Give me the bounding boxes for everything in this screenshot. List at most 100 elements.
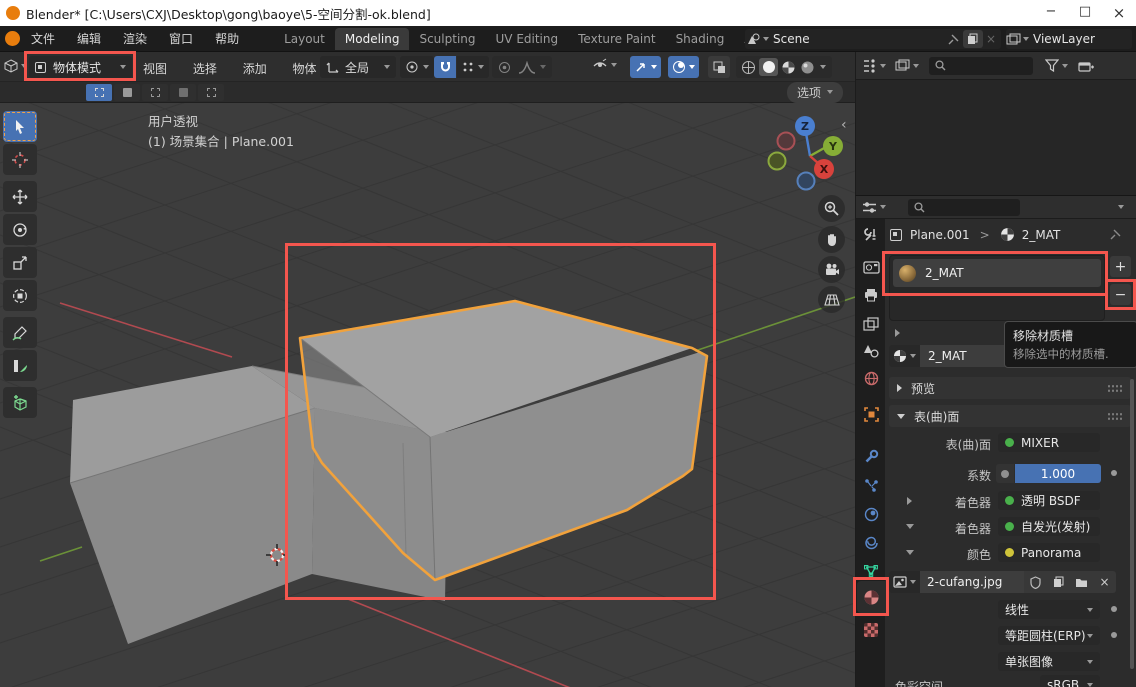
- panel-drag-grip[interactable]: [1107, 384, 1123, 393]
- select-mode-intersect[interactable]: [198, 84, 224, 101]
- slot-expand-arrow[interactable]: [895, 329, 900, 337]
- navigation-gizmo[interactable]: Z Y X: [766, 109, 852, 195]
- proportional-edit-group[interactable]: [492, 56, 552, 78]
- tab-modeling[interactable]: Modeling: [335, 28, 410, 50]
- add-material-slot-button[interactable]: +: [1110, 256, 1131, 277]
- surface-panel-header[interactable]: 表(曲)面: [889, 405, 1131, 427]
- select-mode-new[interactable]: [86, 84, 112, 101]
- tab-texture[interactable]: [856, 617, 886, 643]
- tool-options-dropdown[interactable]: 选项: [787, 82, 843, 103]
- gizmo-minus-z-axis[interactable]: [798, 173, 815, 190]
- breadcrumb-object[interactable]: Plane.001: [910, 228, 970, 242]
- tab-view-layer[interactable]: [856, 311, 886, 337]
- shading-rendered-icon[interactable]: [800, 60, 815, 75]
- toolbar-annotate[interactable]: [3, 317, 37, 348]
- tab-world[interactable]: [856, 365, 886, 391]
- editor-outliner-icon[interactable]: [862, 59, 877, 73]
- menu-file[interactable]: 文件: [31, 30, 55, 47]
- menu-render[interactable]: 渲染: [123, 30, 147, 47]
- colorspace-dropdown[interactable]: sRGB: [1040, 675, 1100, 687]
- preview-panel-header[interactable]: 预览: [889, 377, 1131, 399]
- shading-material-icon[interactable]: [781, 60, 796, 75]
- xray-toggle[interactable]: [708, 56, 730, 78]
- menu-window[interactable]: 窗口: [169, 30, 193, 47]
- material-slot-row[interactable]: 2_MAT: [893, 259, 1101, 287]
- pin-icon[interactable]: [1109, 228, 1122, 241]
- tab-tool[interactable]: [856, 221, 886, 247]
- outliner-search-input[interactable]: [929, 57, 1033, 75]
- menu-add[interactable]: 添加: [243, 62, 267, 76]
- sidebar-collapse-arrow[interactable]: ‹: [841, 117, 847, 133]
- shader1-button[interactable]: 透明 BSDF: [998, 491, 1100, 510]
- toolbar-move[interactable]: [3, 181, 37, 212]
- shading-wireframe-icon[interactable]: [741, 60, 756, 75]
- snap-toggle[interactable]: [434, 56, 456, 78]
- editor-type-button[interactable]: [3, 58, 27, 74]
- visibility-dropdown[interactable]: [592, 58, 617, 72]
- display-mode-icon[interactable]: [895, 59, 910, 72]
- gizmos-toggle[interactable]: [630, 56, 661, 78]
- new-image-button[interactable]: [1047, 571, 1070, 593]
- camera-view-button[interactable]: [818, 256, 845, 283]
- surface-shader-button[interactable]: MIXER: [998, 433, 1100, 452]
- image-fake-user-toggle[interactable]: [1024, 571, 1047, 593]
- tab-modifiers[interactable]: [856, 443, 886, 469]
- panel-drag-grip[interactable]: [1107, 412, 1123, 421]
- menu-view[interactable]: 视图: [143, 62, 167, 76]
- tab-texture-paint[interactable]: Texture Paint: [568, 28, 665, 50]
- menu-select[interactable]: 选择: [193, 62, 217, 76]
- viewport[interactable]: 用户透视 (1) 场景集合 | Plane.001: [0, 103, 855, 687]
- gizmo-minus-y-axis[interactable]: [769, 153, 786, 170]
- toolbar-cursor[interactable]: [3, 144, 37, 175]
- breadcrumb-material[interactable]: 2_MAT: [1022, 228, 1061, 242]
- toolbar-scale[interactable]: [3, 247, 37, 278]
- browse-image-dropdown[interactable]: [889, 571, 920, 593]
- orientation-dropdown[interactable]: 全局: [320, 56, 396, 78]
- overlays-toggle[interactable]: [668, 56, 699, 78]
- select-mode-subtract[interactable]: [142, 84, 168, 101]
- ortho-toggle-button[interactable]: [818, 286, 845, 313]
- pan-view-button[interactable]: [818, 226, 845, 253]
- new-scene-button[interactable]: [963, 30, 983, 48]
- tab-object[interactable]: [856, 401, 886, 427]
- browse-material-dropdown[interactable]: [889, 345, 920, 367]
- tab-render[interactable]: [856, 254, 886, 280]
- shading-solid-button[interactable]: [759, 58, 778, 76]
- tab-constraints[interactable]: [856, 529, 886, 555]
- properties-search-input[interactable]: [908, 199, 1020, 216]
- color-button[interactable]: Panorama: [998, 543, 1100, 562]
- shader2-button[interactable]: 自发光(发射): [998, 517, 1100, 536]
- tab-particles[interactable]: [856, 472, 886, 498]
- pin-icon[interactable]: [947, 33, 960, 46]
- toolbar-select-box[interactable]: [3, 111, 37, 142]
- tab-output[interactable]: [856, 282, 886, 308]
- animate-dot-icon[interactable]: [1111, 606, 1117, 612]
- factor-socket[interactable]: [996, 464, 1014, 483]
- pivot-dropdown[interactable]: [400, 56, 434, 78]
- unlink-image-button[interactable]: ×: [1093, 571, 1116, 593]
- factor-slider[interactable]: 1.000: [1015, 464, 1101, 483]
- menu-object[interactable]: 物体: [293, 62, 317, 76]
- properties-scrollbar[interactable]: [1130, 379, 1134, 669]
- unlink-scene-icon[interactable]: ×: [986, 32, 996, 46]
- menu-edit[interactable]: 编辑: [77, 30, 101, 47]
- filter-funnel-icon[interactable]: [1045, 59, 1059, 72]
- tab-shading[interactable]: Shading: [666, 28, 735, 50]
- projection-dropdown[interactable]: 等距圆柱(ERP): [998, 626, 1100, 645]
- toolbar-measure[interactable]: [3, 350, 37, 381]
- gizmo-minus-x-axis[interactable]: [778, 133, 795, 150]
- tab-layout[interactable]: Layout: [274, 28, 335, 50]
- menu-help[interactable]: 帮助: [215, 30, 239, 47]
- source-dropdown[interactable]: 单张图像: [998, 652, 1100, 671]
- mode-dropdown[interactable]: 物体模式: [29, 56, 132, 78]
- interpolation-dropdown[interactable]: 线性: [998, 600, 1100, 619]
- animate-dot-icon[interactable]: [1111, 470, 1117, 476]
- toolbar-add-cube[interactable]: [3, 387, 37, 418]
- tab-scene[interactable]: [856, 338, 886, 364]
- select-mode-invert[interactable]: [170, 84, 196, 101]
- tab-uv-editing[interactable]: UV Editing: [486, 28, 569, 50]
- minimize-button[interactable]: −: [1034, 4, 1068, 22]
- select-mode-extend[interactable]: [114, 84, 140, 101]
- tab-physics[interactable]: [856, 501, 886, 527]
- zoom-view-button[interactable]: [818, 195, 845, 222]
